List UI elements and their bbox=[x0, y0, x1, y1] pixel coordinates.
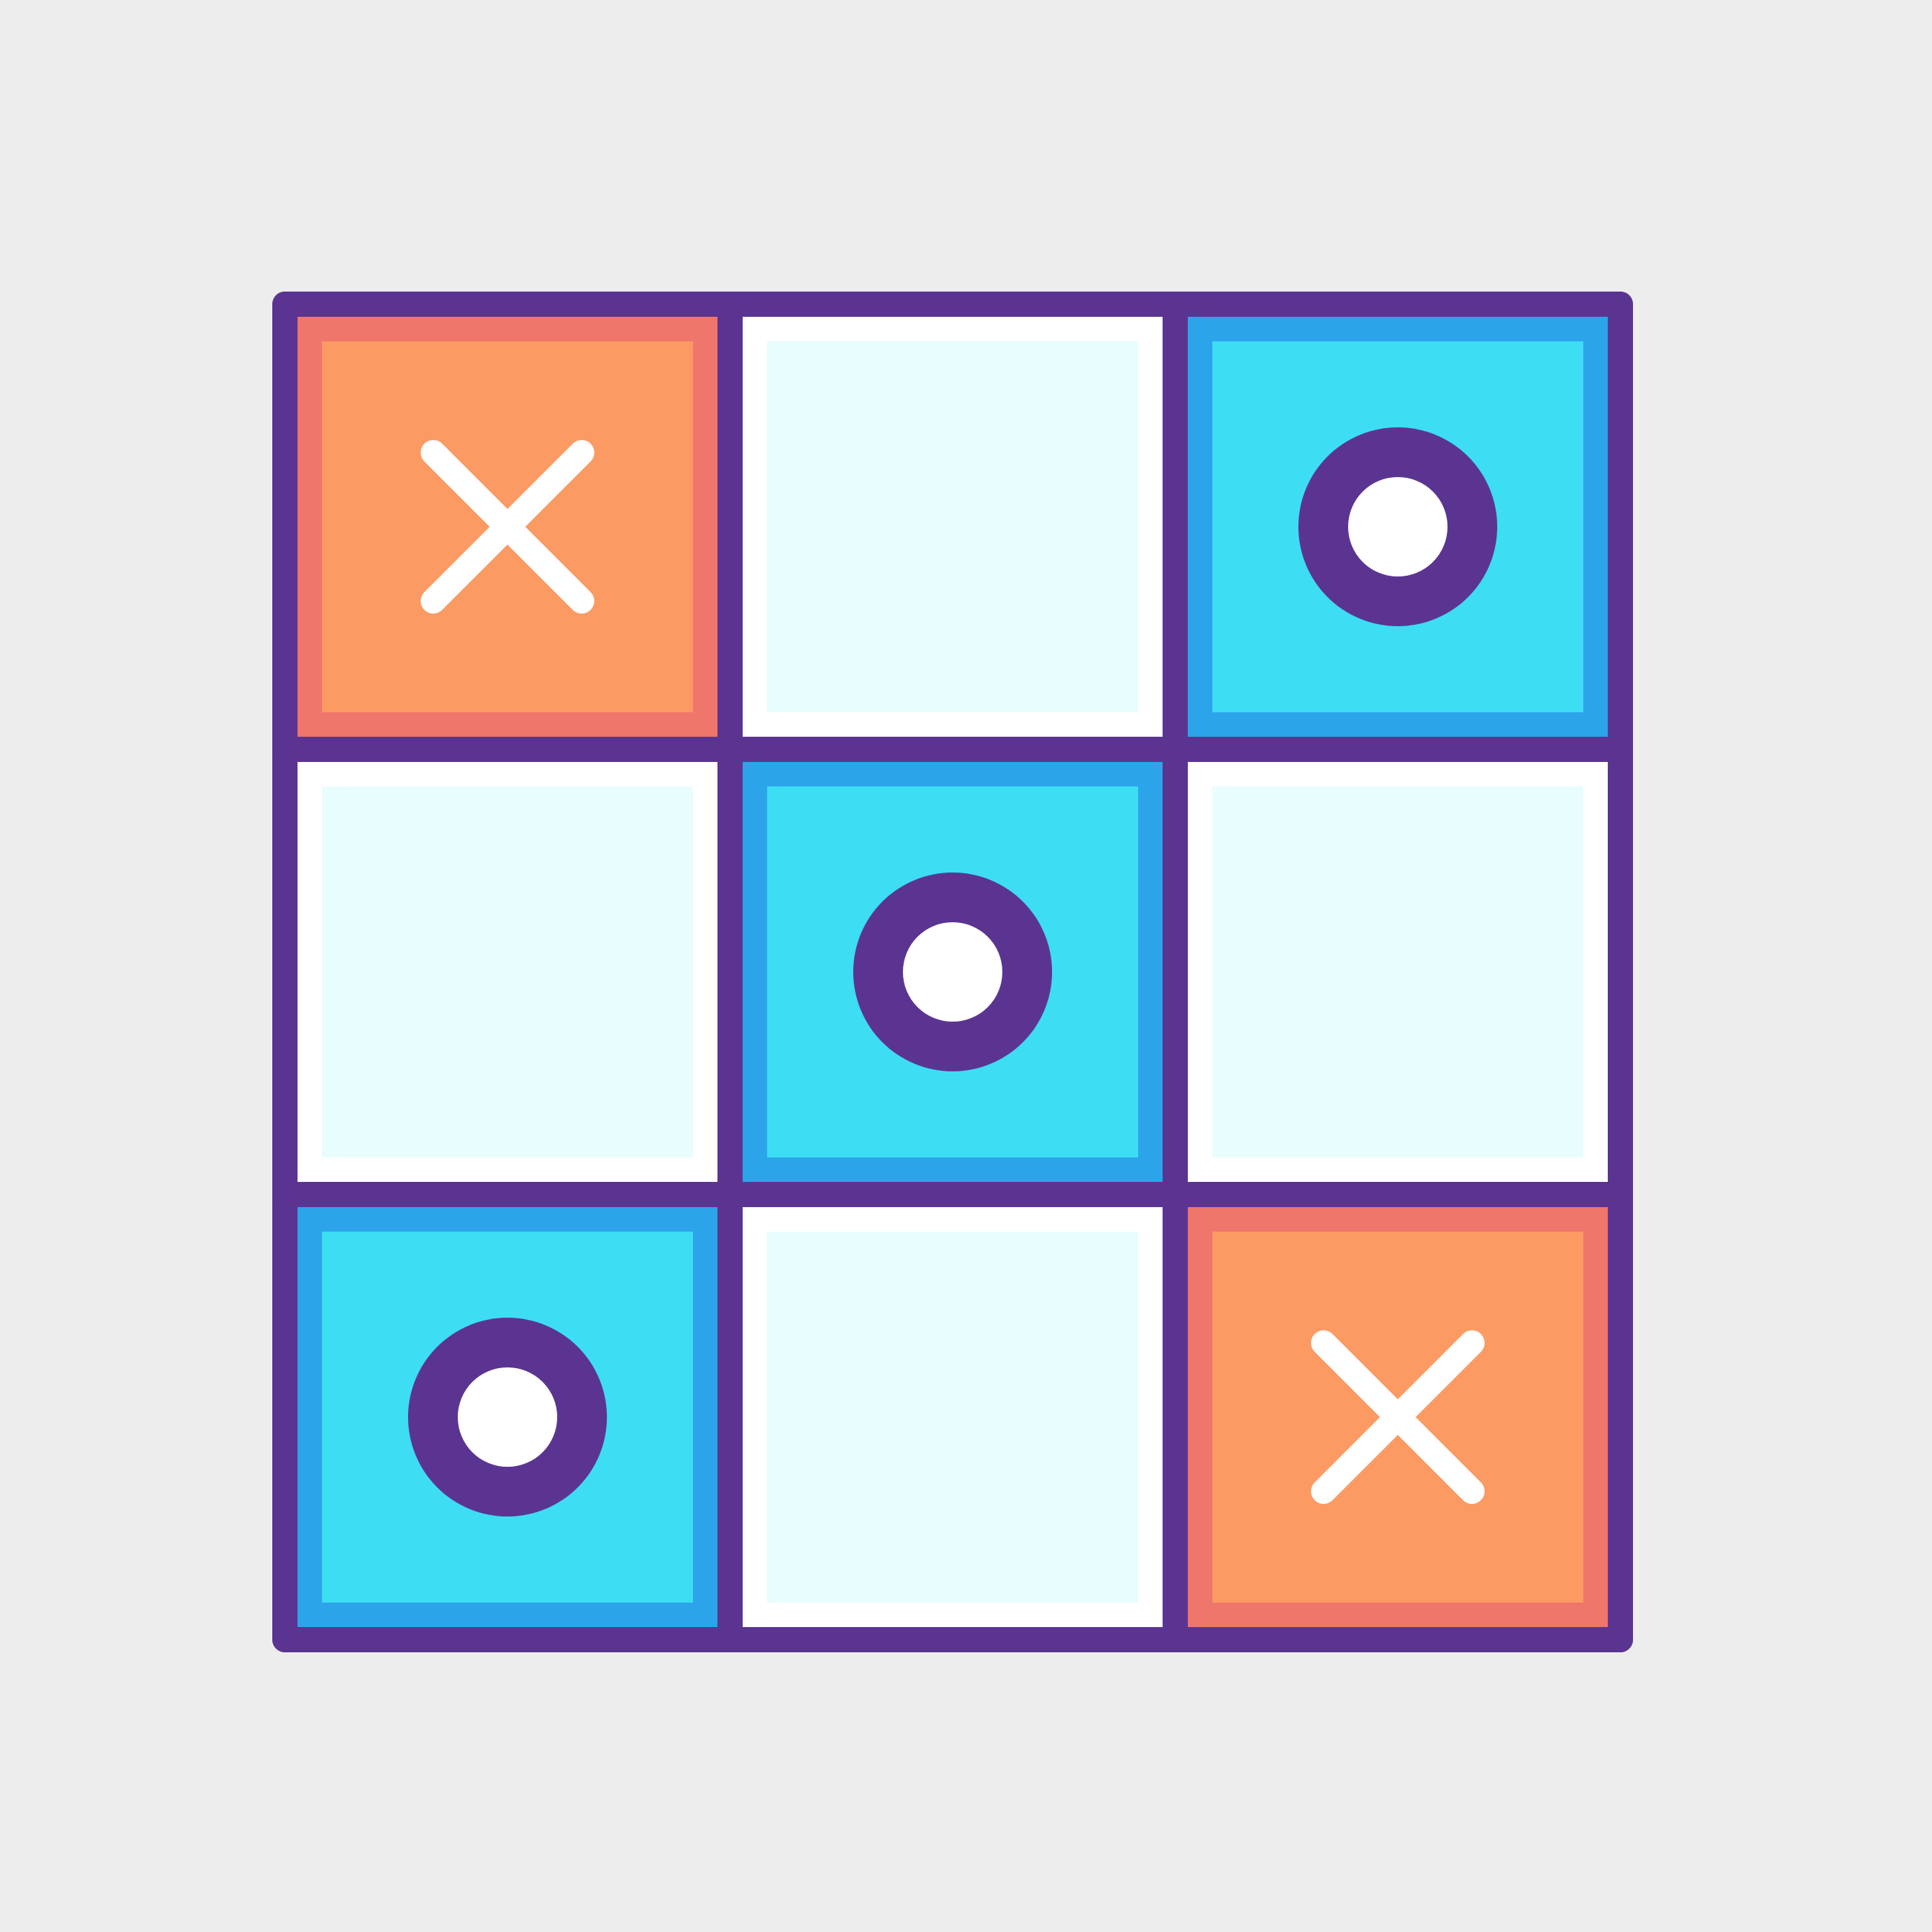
board-cell-r2-c2[interactable] bbox=[730, 749, 1175, 1195]
board-cell-r3-c1[interactable] bbox=[285, 1195, 730, 1640]
board-cell-r2-c1[interactable] bbox=[285, 749, 730, 1195]
cell-fill bbox=[767, 1232, 1138, 1603]
board-cell-r3-c2[interactable] bbox=[730, 1195, 1175, 1640]
cells-layer bbox=[285, 304, 1620, 1640]
board-cell-r1-c1[interactable] bbox=[285, 304, 730, 749]
o-mark-icon bbox=[1298, 427, 1497, 626]
game-stage bbox=[0, 0, 1932, 1932]
cell-fill bbox=[322, 786, 693, 1157]
cell-fill bbox=[1212, 786, 1583, 1157]
o-mark-icon bbox=[408, 1318, 607, 1517]
board-cell-r3-c3[interactable] bbox=[1175, 1195, 1620, 1640]
cell-fill bbox=[767, 341, 1138, 712]
o-mark-icon bbox=[853, 873, 1052, 1071]
board-cell-r1-c3[interactable] bbox=[1175, 304, 1620, 749]
board-cell-r2-c3[interactable] bbox=[1175, 749, 1620, 1195]
board-cell-r1-c2[interactable] bbox=[730, 304, 1175, 749]
tic-tac-toe-board bbox=[272, 292, 1633, 1652]
